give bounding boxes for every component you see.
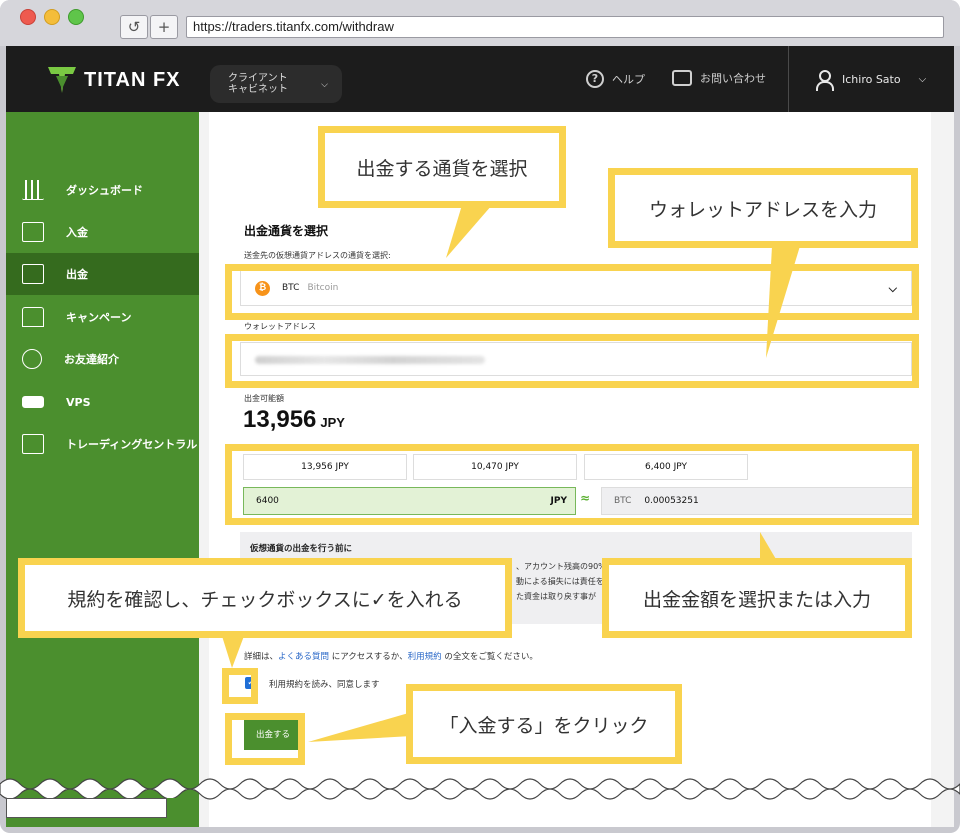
callout-terms: 規約を確認し、チェックボックスに✓を入れる bbox=[18, 558, 512, 638]
callout-wallet-address: ウォレットアドレスを入力 bbox=[608, 168, 918, 248]
browser-window: ↺ + https://traders.titanfx.com/withdraw… bbox=[0, 0, 960, 833]
callout-select-currency: 出金する通貨を選択 bbox=[318, 126, 566, 208]
sidebar-fragment bbox=[6, 798, 167, 818]
callout-submit: 「入金する」をクリック bbox=[406, 684, 682, 764]
callout-amount: 出金金額を選択または入力 bbox=[602, 558, 912, 638]
sidebar-fragment-green bbox=[167, 798, 197, 827]
